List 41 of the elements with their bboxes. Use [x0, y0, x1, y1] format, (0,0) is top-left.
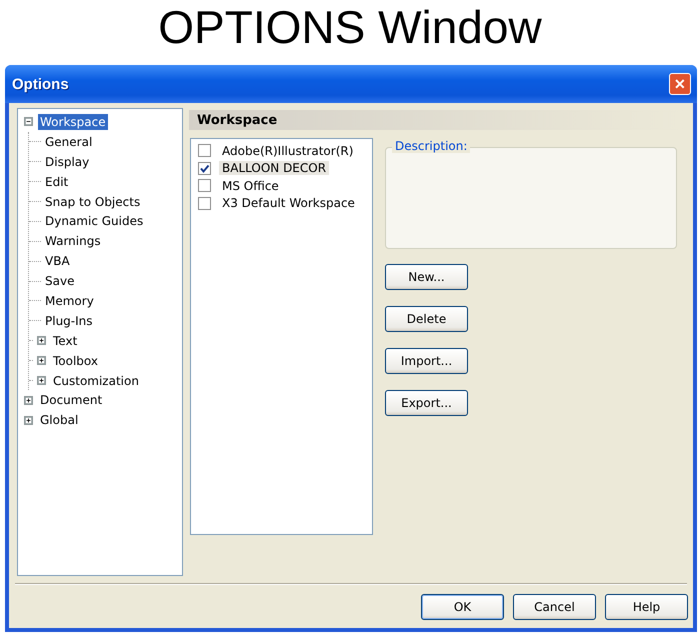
tree-item[interactable]: Memory: [43, 292, 96, 309]
tree-item[interactable]: Workspace: [38, 114, 108, 130]
expand-icon[interactable]: [37, 336, 46, 346]
dialog-button[interactable]: Cancel: [513, 594, 596, 620]
tree-item[interactable]: Dynamic Guides: [43, 213, 146, 230]
checkbox[interactable]: [198, 144, 211, 158]
window-title: Options: [12, 76, 69, 92]
tree-item[interactable]: Snap to Objects: [43, 194, 142, 210]
action-button[interactable]: Import...: [385, 348, 468, 374]
tree-item[interactable]: Plug-Ins: [43, 312, 95, 329]
tree-item[interactable]: VBA: [43, 253, 72, 270]
expand-icon[interactable]: [37, 356, 46, 366]
checkbox[interactable]: [198, 162, 211, 175]
list-item[interactable]: X3 Default Workspace: [219, 196, 358, 210]
expand-icon[interactable]: [37, 376, 46, 386]
description-label: Description:: [392, 139, 470, 153]
expand-icon[interactable]: [24, 416, 33, 425]
list-item[interactable]: MS Office: [219, 178, 282, 193]
action-button[interactable]: Export...: [385, 390, 468, 416]
expand-icon[interactable]: [24, 396, 33, 405]
tree-item[interactable]: Toolbox: [51, 352, 100, 369]
action-button[interactable]: Delete: [385, 306, 468, 332]
tree-item[interactable]: Warnings: [43, 233, 103, 250]
collapse-icon[interactable]: [24, 117, 33, 126]
checkbox[interactable]: [198, 179, 211, 192]
dialog-button[interactable]: Help: [605, 594, 688, 620]
action-button[interactable]: New...: [385, 264, 468, 290]
list-item[interactable]: BALLOON DECOR: [219, 161, 330, 176]
page-title: OPTIONS Window: [157, 2, 543, 55]
tree-item[interactable]: Customization: [51, 372, 141, 389]
tree-item[interactable]: Save: [43, 273, 76, 290]
tree-item[interactable]: General: [43, 134, 94, 150]
close-button[interactable]: ✕: [669, 73, 691, 95]
tree-item[interactable]: Document: [38, 392, 104, 408]
list-item[interactable]: Adobe(R)Illustrator(R): [219, 144, 356, 158]
checkbox[interactable]: [198, 196, 211, 210]
dialog-button[interactable]: OK: [421, 594, 504, 620]
tree-item[interactable]: Text: [51, 332, 80, 349]
tree-item[interactable]: Display: [43, 154, 92, 170]
tree-item[interactable]: Global: [38, 412, 80, 428]
tree-item[interactable]: Edit: [43, 174, 70, 190]
